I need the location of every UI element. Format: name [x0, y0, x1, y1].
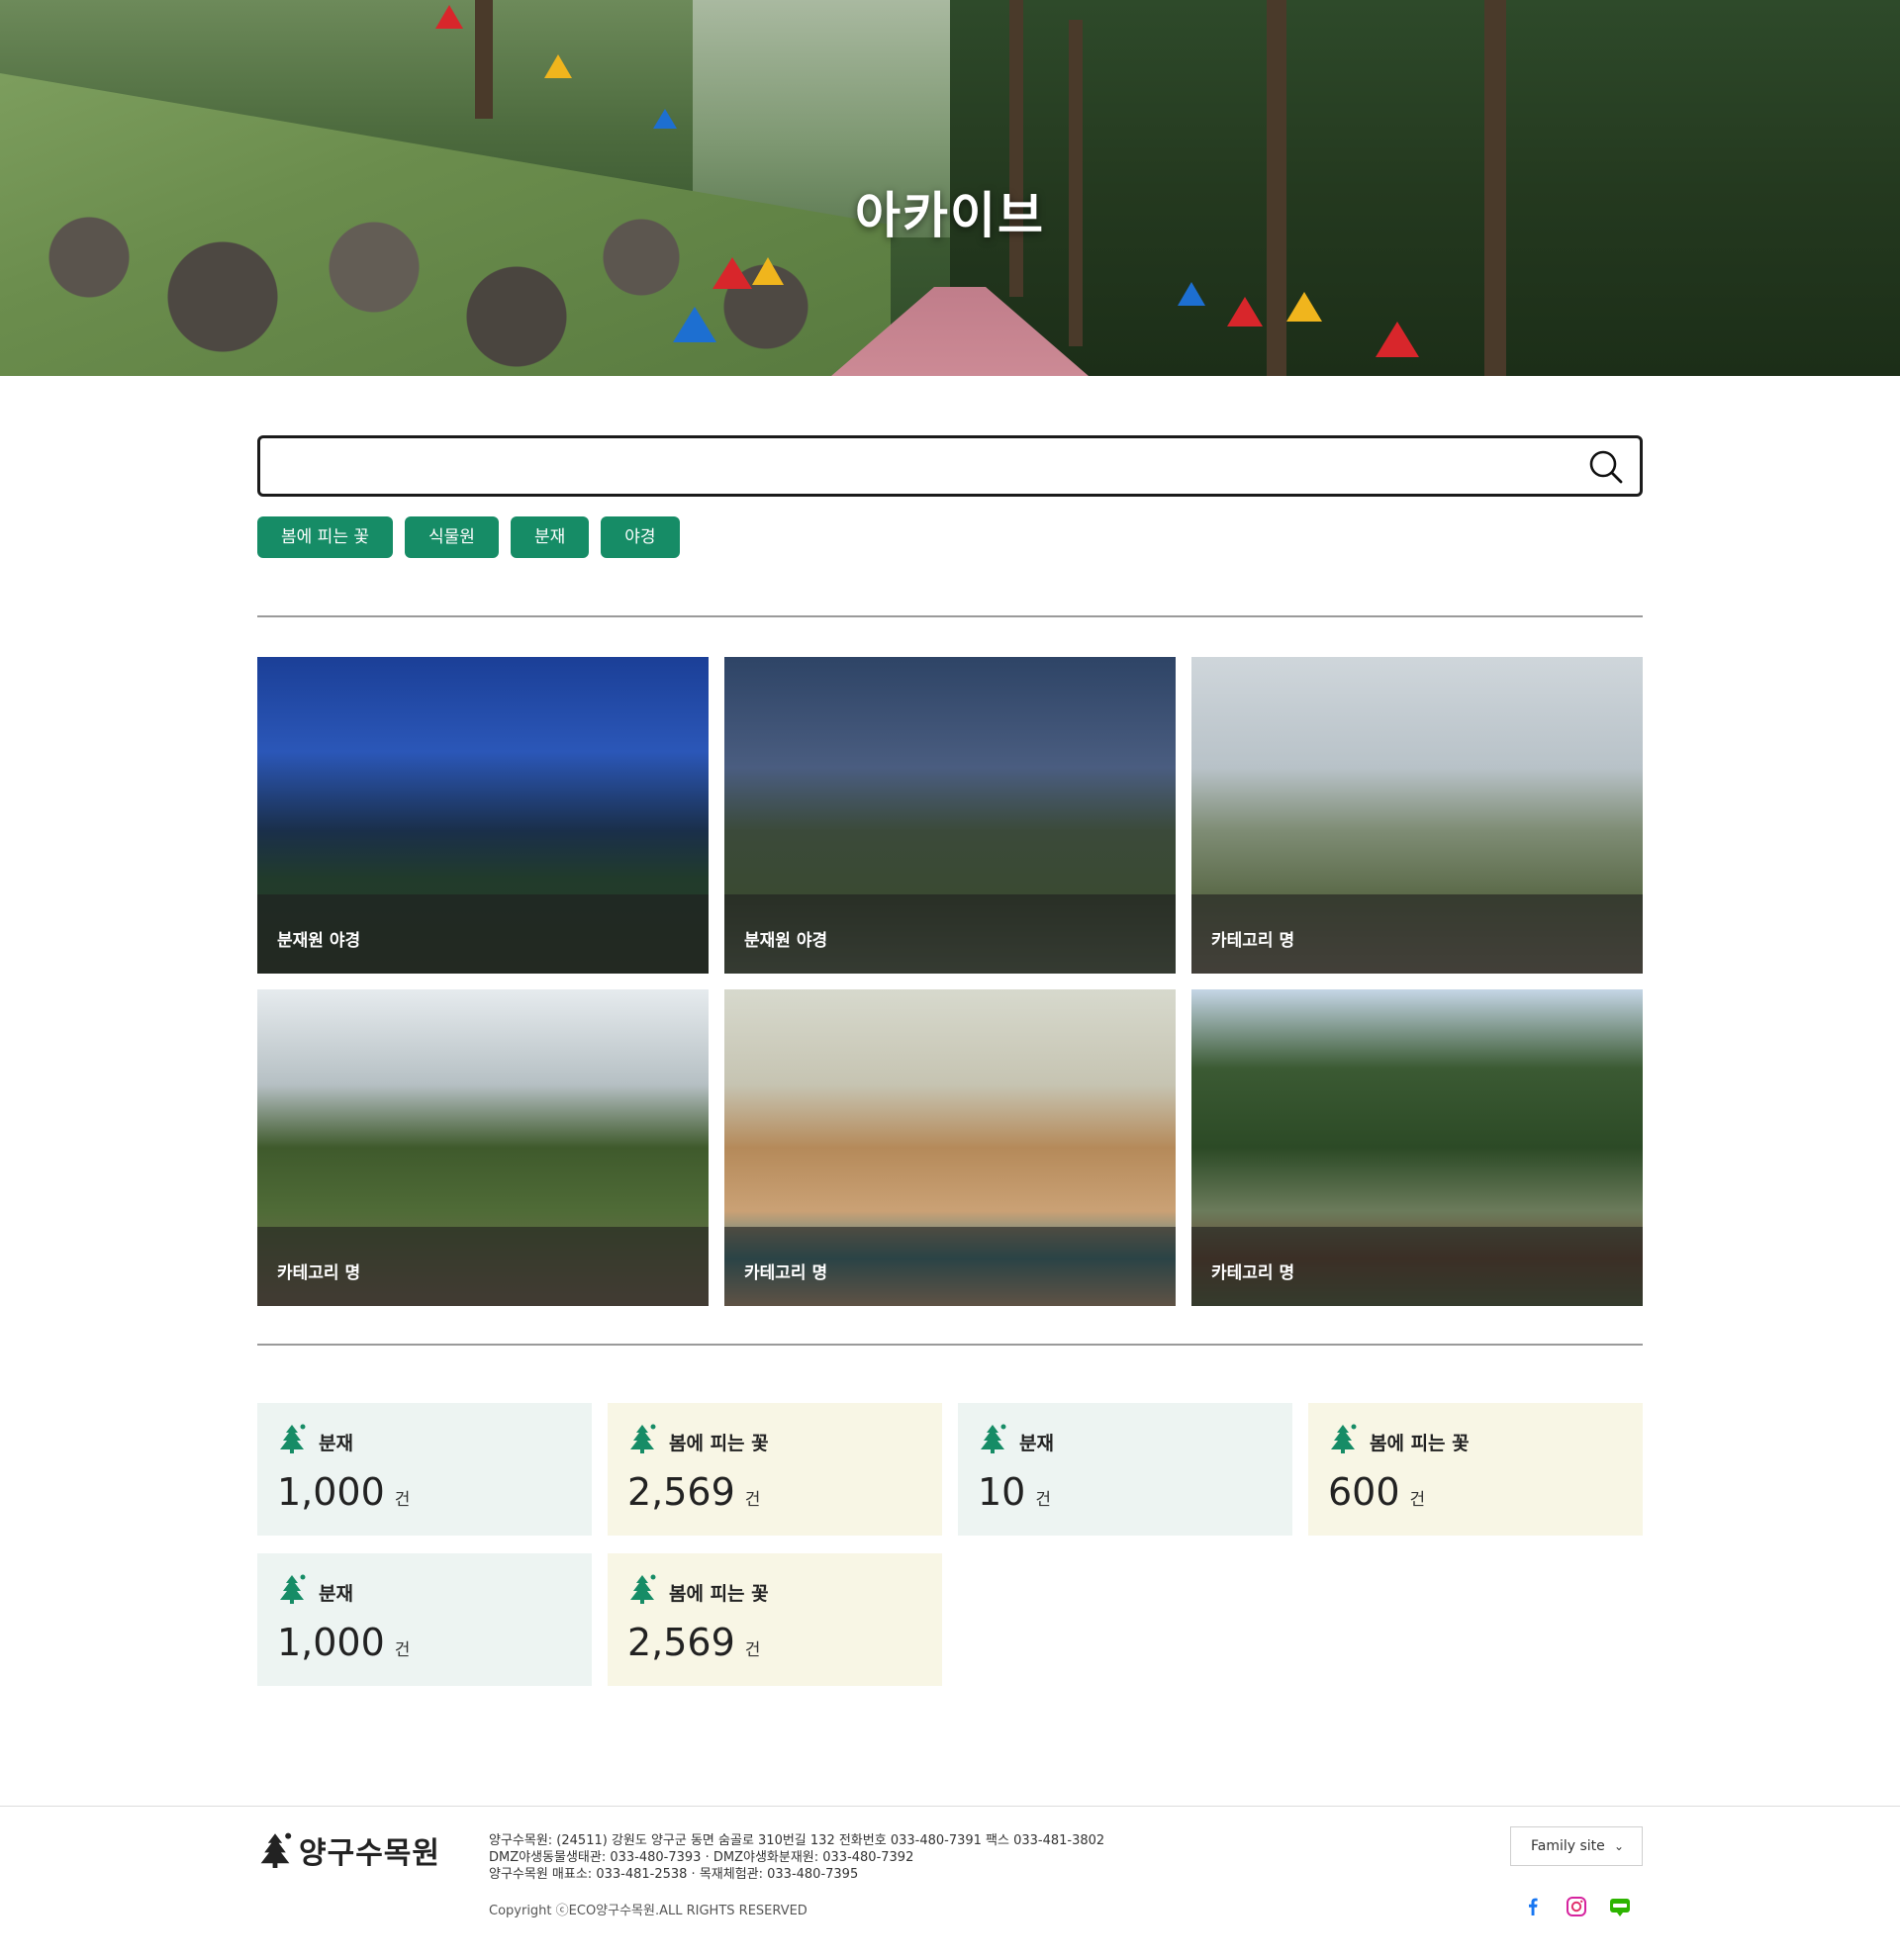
- blog-icon: [1610, 1899, 1630, 1916]
- facebook-link[interactable]: [1520, 1894, 1546, 1919]
- gallery-card[interactable]: 카테고리 명: [257, 989, 709, 1306]
- gallery-card[interactable]: 카테고리 명: [1191, 657, 1643, 974]
- pinwheel: [673, 307, 716, 342]
- stat-label: 분재: [319, 1433, 353, 1454]
- gallery-caption: 카테고리 명: [1191, 894, 1643, 974]
- stat-card: 봄에 피는 꽃 2,569 건: [608, 1553, 942, 1686]
- tree-icon: [1328, 1423, 1358, 1454]
- stat-label: 봄에 피는 꽃: [1370, 1433, 1470, 1454]
- stat-count: 1,000 건: [277, 1621, 410, 1664]
- footer-info-line: 양구수목원: (24511) 강원도 양구군 동면 숨골로 310번길 132 …: [489, 1833, 1105, 1848]
- gallery-card[interactable]: 카테고리 명: [1191, 989, 1643, 1306]
- tree-icon: [627, 1423, 657, 1454]
- hero-banner: 아카이브: [0, 0, 1900, 376]
- stat-card: 분재 10 건: [958, 1403, 1292, 1536]
- stat-count: 10 건: [978, 1470, 1051, 1514]
- tag-button[interactable]: 봄에 피는 꽃: [257, 516, 394, 558]
- family-site-label: Family site: [1531, 1838, 1605, 1854]
- stat-card: 분재 1,000 건: [257, 1553, 592, 1686]
- tag-button[interactable]: 야경: [601, 516, 680, 558]
- gallery-card[interactable]: 카테고리 명: [724, 989, 1176, 1306]
- stat-count: 600 건: [1328, 1470, 1425, 1514]
- pinwheel: [1227, 297, 1263, 327]
- stat-value: 600: [1328, 1470, 1400, 1514]
- tree-trunk: [475, 0, 493, 119]
- tree-icon: [627, 1573, 657, 1605]
- tag-button[interactable]: 분재: [510, 516, 590, 558]
- stat-value: 1,000: [277, 1621, 385, 1664]
- stat-unit: 건: [744, 1640, 761, 1660]
- gallery-caption: 분재원 야경: [724, 894, 1176, 974]
- tree-icon: [277, 1573, 307, 1605]
- sns-links: [1520, 1894, 1633, 1919]
- tag-button[interactable]: 식물원: [405, 516, 499, 558]
- gallery-card[interactable]: 분재원 야경: [724, 657, 1176, 974]
- pinwheel: [712, 257, 752, 289]
- search-button[interactable]: [1588, 449, 1624, 485]
- pinwheel: [1286, 292, 1322, 322]
- stat-unit: 건: [1035, 1490, 1051, 1510]
- stat-value: 2,569: [627, 1470, 735, 1514]
- copyright: Copyright ⓒECO양구수목원.ALL RIGHTS RESERVED: [489, 1904, 808, 1918]
- gallery-caption: 분재원 야경: [257, 894, 709, 974]
- stat-unit: 건: [1409, 1490, 1426, 1510]
- pinwheel: [435, 5, 463, 29]
- stat-label: 분재: [319, 1583, 353, 1605]
- tag-list: 봄에 피는 꽃 식물원 분재 야경: [257, 516, 680, 558]
- instagram-link[interactable]: [1564, 1894, 1589, 1919]
- pinwheel: [752, 257, 784, 285]
- footer-info: 양구수목원: (24511) 강원도 양구군 동면 숨골로 310번길 132 …: [489, 1832, 1104, 1883]
- stat-card: 봄에 피는 꽃 600 건: [1308, 1403, 1643, 1536]
- tree-icon: [277, 1423, 307, 1454]
- pinwheel: [1376, 322, 1419, 357]
- stat-value: 2,569: [627, 1621, 735, 1664]
- instagram-icon: [1567, 1897, 1586, 1916]
- stat-card: 분재 1,000 건: [257, 1403, 592, 1536]
- pinwheel: [544, 54, 572, 78]
- footer: 양구수목원 양구수목원: (24511) 강원도 양구군 동면 숨골로 310번…: [0, 1806, 1900, 1960]
- facebook-icon: [1529, 1898, 1538, 1915]
- stat-label: 분재: [1019, 1433, 1054, 1454]
- stat-value: 10: [978, 1470, 1026, 1514]
- pinwheel: [1178, 282, 1205, 306]
- pinwheel: [653, 109, 677, 129]
- divider: [257, 1344, 1643, 1346]
- stat-count: 1,000 건: [277, 1470, 410, 1514]
- tree-icon: [978, 1423, 1007, 1454]
- footer-logo[interactable]: 양구수목원: [257, 1828, 440, 1872]
- stat-count: 2,569 건: [627, 1621, 760, 1664]
- blog-link[interactable]: [1607, 1894, 1633, 1919]
- footer-info-line: DMZ야생동물생태관: 033-480-7393 · DMZ야생화분재원: 03…: [489, 1850, 914, 1865]
- stat-label: 봄에 피는 꽃: [669, 1583, 769, 1605]
- stat-unit: 건: [394, 1490, 411, 1510]
- logo-tree-icon: [260, 1832, 292, 1868]
- search-icon: [1589, 450, 1623, 484]
- gallery-card[interactable]: 분재원 야경: [257, 657, 709, 974]
- stat-card: 봄에 피는 꽃 2,569 건: [608, 1403, 942, 1536]
- search-box: [257, 435, 1643, 497]
- stat-label: 봄에 피는 꽃: [669, 1433, 769, 1454]
- search-input[interactable]: [276, 446, 1563, 486]
- gallery-caption: 카테고리 명: [724, 1227, 1176, 1306]
- divider: [257, 615, 1643, 617]
- tree-trunk: [1009, 0, 1023, 297]
- page-title: 아카이브: [855, 187, 1045, 244]
- family-site-select[interactable]: Family site ⌄: [1510, 1826, 1643, 1866]
- gallery-caption: 카테고리 명: [1191, 1227, 1643, 1306]
- stat-count: 2,569 건: [627, 1470, 760, 1514]
- gallery-caption: 카테고리 명: [257, 1227, 709, 1306]
- stat-value: 1,000: [277, 1470, 385, 1514]
- stat-unit: 건: [744, 1490, 761, 1510]
- stat-unit: 건: [394, 1640, 411, 1660]
- logo-text: 양구수목원: [299, 1836, 440, 1871]
- footer-info-line: 양구수목원 매표소: 033-481-2538 · 목재체험관: 033-480…: [489, 1867, 859, 1882]
- chevron-down-icon: ⌄: [1613, 1839, 1624, 1853]
